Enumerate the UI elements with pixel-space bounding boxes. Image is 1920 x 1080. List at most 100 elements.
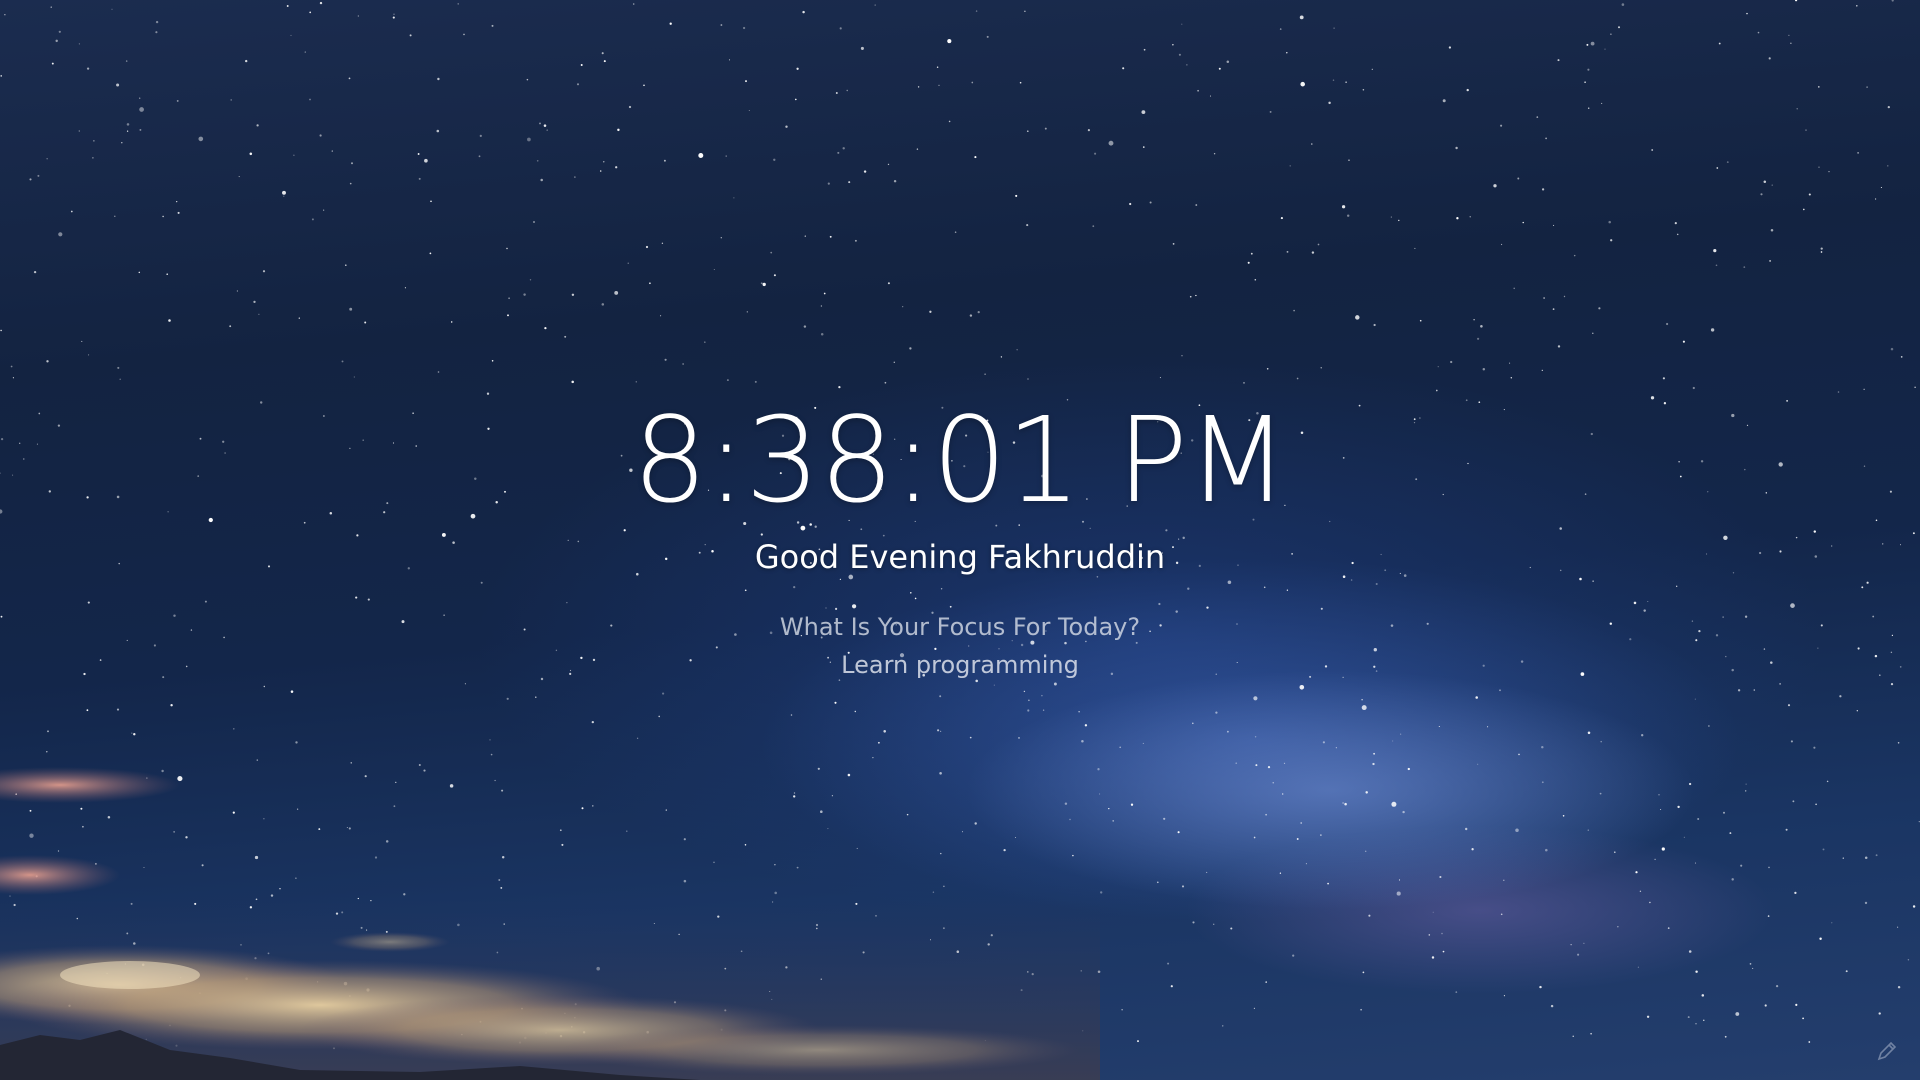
star xyxy=(357,15,359,17)
star xyxy=(1768,57,1771,60)
star xyxy=(846,89,848,92)
star xyxy=(290,34,292,36)
star xyxy=(535,696,537,698)
star xyxy=(838,385,841,389)
star xyxy=(726,379,729,382)
star xyxy=(1863,388,1865,390)
star xyxy=(591,720,594,724)
star xyxy=(1760,193,1763,196)
star xyxy=(820,332,824,336)
star xyxy=(343,981,348,986)
star xyxy=(887,282,890,285)
star xyxy=(498,879,501,881)
star xyxy=(1550,1004,1554,1008)
star xyxy=(298,317,300,319)
star xyxy=(1880,186,1882,189)
star xyxy=(564,335,567,338)
star xyxy=(1661,847,1665,851)
star xyxy=(643,84,645,87)
star xyxy=(884,381,887,384)
star xyxy=(1573,254,1576,257)
focus-input[interactable] xyxy=(750,649,1170,681)
star xyxy=(1064,802,1068,805)
star xyxy=(1482,368,1486,371)
star xyxy=(121,142,123,144)
star xyxy=(929,939,932,941)
star xyxy=(78,130,80,132)
star xyxy=(1000,356,1003,358)
star xyxy=(155,20,159,24)
star xyxy=(559,1034,563,1038)
star xyxy=(1716,167,1719,169)
star xyxy=(1024,10,1026,13)
star xyxy=(571,380,574,384)
star xyxy=(1787,704,1791,707)
star xyxy=(1289,165,1291,167)
star xyxy=(146,777,148,779)
star xyxy=(1587,68,1590,71)
star xyxy=(1143,48,1146,51)
star xyxy=(9,895,11,897)
star xyxy=(1279,28,1282,30)
star xyxy=(449,784,454,788)
star xyxy=(1084,724,1088,727)
star xyxy=(815,923,819,927)
star xyxy=(773,274,776,277)
star xyxy=(491,24,494,27)
star xyxy=(1795,1003,1798,1007)
star xyxy=(546,129,548,131)
star xyxy=(177,776,183,782)
star xyxy=(848,181,851,184)
star xyxy=(854,710,857,713)
star xyxy=(199,992,201,994)
star xyxy=(990,934,993,937)
star xyxy=(1269,110,1272,113)
star xyxy=(744,844,747,846)
star xyxy=(601,303,605,306)
star xyxy=(70,210,73,213)
star xyxy=(1477,763,1479,765)
star xyxy=(839,27,842,30)
star xyxy=(1469,216,1471,218)
star xyxy=(1283,762,1286,765)
star xyxy=(1501,243,1503,246)
star xyxy=(1598,307,1601,310)
star xyxy=(769,990,771,993)
star xyxy=(1172,243,1175,245)
star xyxy=(1788,34,1790,37)
star xyxy=(1396,891,1401,896)
star xyxy=(80,807,83,810)
star xyxy=(1499,689,1501,692)
star xyxy=(720,24,723,26)
star xyxy=(348,827,351,830)
star xyxy=(424,158,428,163)
star xyxy=(279,888,281,890)
star xyxy=(1543,297,1545,299)
star xyxy=(1608,220,1611,224)
star xyxy=(1391,801,1397,807)
star xyxy=(1912,905,1916,908)
star xyxy=(917,86,920,88)
star xyxy=(662,692,665,695)
star xyxy=(875,915,877,917)
star xyxy=(111,8,113,10)
star xyxy=(161,769,164,773)
star xyxy=(1735,1012,1740,1016)
star xyxy=(1218,67,1221,70)
star xyxy=(1018,737,1020,739)
star xyxy=(1026,224,1029,227)
star xyxy=(1293,309,1295,312)
star xyxy=(1695,1023,1697,1025)
star xyxy=(1265,813,1267,816)
edit-icon[interactable] xyxy=(1876,1040,1898,1062)
star xyxy=(1818,166,1820,168)
star xyxy=(1887,165,1889,167)
star xyxy=(309,11,312,14)
star xyxy=(856,847,858,849)
star xyxy=(877,741,880,744)
star xyxy=(1856,710,1858,712)
star xyxy=(1770,229,1774,232)
star xyxy=(785,125,788,128)
star xyxy=(1081,739,1084,743)
star xyxy=(1510,377,1513,379)
